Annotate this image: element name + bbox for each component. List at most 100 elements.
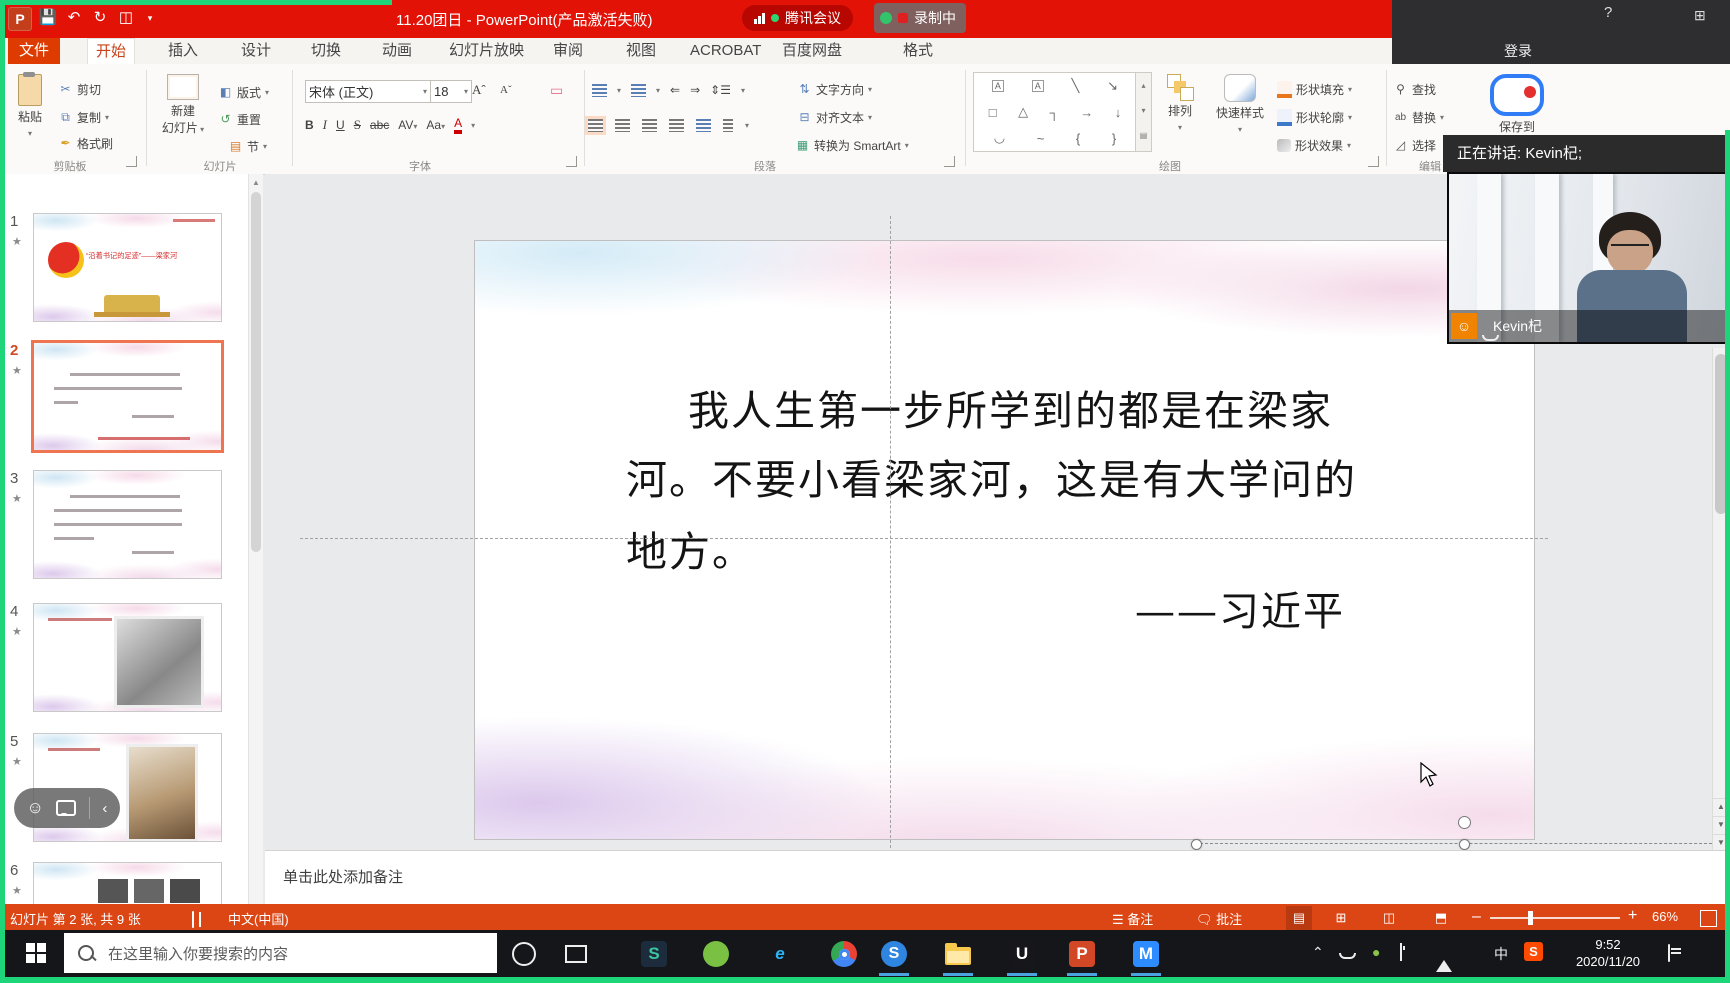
language-indicator[interactable]: 中文(中国) <box>228 909 289 928</box>
format-painter-button[interactable]: ✒格式刷 <box>58 134 113 152</box>
select-button[interactable]: ◿选择 <box>1393 136 1436 154</box>
zoom-out-button[interactable]: – <box>1472 908 1481 926</box>
section-button[interactable]: ▤节▾ <box>228 137 267 155</box>
ribbon-tab-1[interactable]: 开始 <box>87 38 135 65</box>
grow-font-button[interactable]: Aˆ <box>472 81 486 99</box>
taskbar-search-input[interactable]: 在这里输入你要搜索的内容 <box>64 933 497 973</box>
zoom-in-button[interactable]: + <box>1628 907 1637 925</box>
ribbon-tab-4[interactable]: 切换 <box>311 38 341 64</box>
align-center-button[interactable] <box>615 119 630 132</box>
rotate-handle[interactable] <box>1458 816 1471 829</box>
font-name-combo[interactable]: 宋体 (正文)▾ <box>305 80 431 103</box>
bold-button[interactable]: B <box>305 118 314 132</box>
ribbon-tab-7[interactable]: 审阅 <box>553 38 583 64</box>
shadow-strike-button[interactable]: S <box>354 117 361 133</box>
signin-button[interactable]: 登录 <box>1504 41 1532 61</box>
save-icon[interactable]: 💾 <box>38 8 58 28</box>
slide-canvas[interactable]: 我人生第一步所学到的都是在梁家 河。不要小看梁家河，这是有大学问的 地方。 ——… <box>474 240 1535 840</box>
notes-placeholder[interactable]: 单击此处添加备注 <box>283 866 403 887</box>
notes-toggle[interactable]: ☰ 备注 <box>1112 909 1153 928</box>
taskbar-app-360-browser[interactable] <box>700 938 732 970</box>
webcam-panel[interactable]: ☺ Kevin杞 <box>1447 172 1728 344</box>
reset-button[interactable]: ↺重置 <box>218 110 261 128</box>
ribbon-tab-6[interactable]: 幻灯片放映 <box>449 38 524 64</box>
slide-sorter-view-button[interactable]: ⊞ <box>1328 906 1354 930</box>
text-direction-button[interactable]: ⇅文字方向▾ <box>797 80 872 98</box>
quote-line-2[interactable]: 河。不要小看梁家河，这是有大学问的 <box>626 446 1357 506</box>
ribbon-tab-2[interactable]: 插入 <box>168 38 198 64</box>
shape-fill-button[interactable]: 形状填充▾ <box>1277 80 1352 98</box>
shape-effects-button[interactable]: 形状效果▾ <box>1277 136 1351 154</box>
bullets-button[interactable] <box>592 84 607 97</box>
network-icon[interactable] <box>1436 944 1452 960</box>
smartart-button[interactable]: ▦转换为 SmartArt▾ <box>795 136 909 154</box>
spellcheck-icon[interactable] <box>192 912 194 927</box>
scrollbar-up-icon[interactable]: ▲ <box>252 178 260 187</box>
taskbar-app-internet-explorer[interactable]: e <box>764 938 796 970</box>
start-button[interactable] <box>26 943 46 963</box>
paste-button[interactable]: 粘贴 ▾ <box>10 74 50 139</box>
distribute-button[interactable] <box>696 119 711 132</box>
numbering-button[interactable] <box>631 84 646 97</box>
qat-customize-caret-icon[interactable]: ▾ <box>140 8 160 28</box>
taskbar-app-tencent-meeting[interactable]: M <box>1130 938 1162 970</box>
font-color-button[interactable]: A <box>454 116 462 134</box>
copy-button[interactable]: ⧉复制▾ <box>58 108 109 126</box>
replace-button[interactable]: ab替换▾ <box>1393 108 1444 126</box>
clipboard-dialog-launcher[interactable] <box>126 156 137 167</box>
paragraph-dialog-launcher[interactable] <box>944 156 955 167</box>
paste-caret-icon[interactable]: ▾ <box>28 129 32 138</box>
ribbon-tab-10[interactable]: 百度网盘 <box>782 38 842 64</box>
quote-line-1[interactable]: 我人生第一步所学到的都是在梁家 <box>688 377 1333 437</box>
font-dialog-launcher[interactable] <box>566 156 577 167</box>
taskbar-app-reader-app[interactable]: U <box>1006 938 1038 970</box>
columns-button[interactable] <box>723 119 733 132</box>
slide-thumbnail-1[interactable]: “沿着书记的足迹”——梁家河 <box>33 213 222 322</box>
vertical-guide[interactable] <box>890 216 891 848</box>
layout-grid-icon[interactable]: ⊞ <box>1694 7 1706 24</box>
cortana-icon[interactable] <box>508 938 540 970</box>
decrease-indent-button[interactable]: ⇐ <box>670 83 680 97</box>
quote-line-3[interactable]: 地方。 <box>626 518 755 578</box>
change-case-button[interactable]: Aa▾ <box>426 118 445 132</box>
quick-styles-button[interactable]: 快速样式▾ <box>1208 74 1272 135</box>
cut-button[interactable]: ✂剪切 <box>58 80 101 98</box>
clear-formatting-button[interactable]: ▭ <box>550 81 563 99</box>
shapes-gallery-scroll[interactable]: ▴▾▤ <box>1135 72 1152 152</box>
justify-button[interactable] <box>669 119 684 132</box>
meeting-status-pill[interactable]: 腾讯会议 <box>742 5 853 31</box>
meeting-floating-toolbar[interactable]: ☺ ‹ <box>14 788 120 828</box>
ribbon-tab-11[interactable]: 格式 <box>903 38 933 64</box>
thumbnails-scroll-thumb[interactable] <box>251 192 261 552</box>
taskbar-app-sogou-browser[interactable]: S <box>878 938 910 970</box>
taskbar-app-powerpoint[interactable]: P <box>1066 938 1098 970</box>
taskbar-app-file-explorer[interactable] <box>942 938 974 970</box>
zoom-level[interactable]: 66% <box>1652 909 1678 924</box>
tab-file[interactable]: 文件 <box>8 38 60 64</box>
zoom-slider-track[interactable] <box>1490 917 1620 919</box>
thumbnails-scrollbar[interactable]: ▲ <box>248 174 263 904</box>
undo-icon[interactable]: ↶ <box>64 8 84 28</box>
resize-handle[interactable] <box>1459 839 1470 850</box>
resize-handle[interactable] <box>1191 839 1202 850</box>
chat-icon[interactable] <box>56 800 76 816</box>
ribbon-tab-3[interactable]: 设计 <box>241 38 271 64</box>
slide-thumbnail-6[interactable] <box>33 862 222 904</box>
shrink-font-button[interactable]: Aˇ <box>500 81 512 99</box>
italic-button[interactable]: I <box>323 117 327 133</box>
battery-icon[interactable] <box>1400 944 1402 960</box>
fit-to-window-button[interactable] <box>1700 910 1717 927</box>
find-button[interactable]: ⚲查找 <box>1393 80 1436 98</box>
redo-icon[interactable]: ↻ <box>90 8 110 28</box>
tray-expand-icon[interactable]: ⌃ <box>1312 944 1324 961</box>
sogou-ime-icon[interactable]: S <box>1524 942 1543 961</box>
strikethrough-button[interactable]: abc <box>370 118 389 132</box>
align-left-button[interactable] <box>588 119 603 132</box>
360-tray-icon[interactable]: ● <box>1372 944 1380 960</box>
taskbar-clock[interactable]: 9:52 2020/11/20 <box>1562 936 1654 970</box>
line-spacing-button[interactable]: ⇕☰ <box>710 83 731 97</box>
layout-button[interactable]: ◧版式▾ <box>218 83 269 101</box>
align-right-button[interactable] <box>642 119 657 132</box>
task-view-icon[interactable] <box>560 938 592 970</box>
drawing-dialog-launcher[interactable] <box>1368 156 1379 167</box>
